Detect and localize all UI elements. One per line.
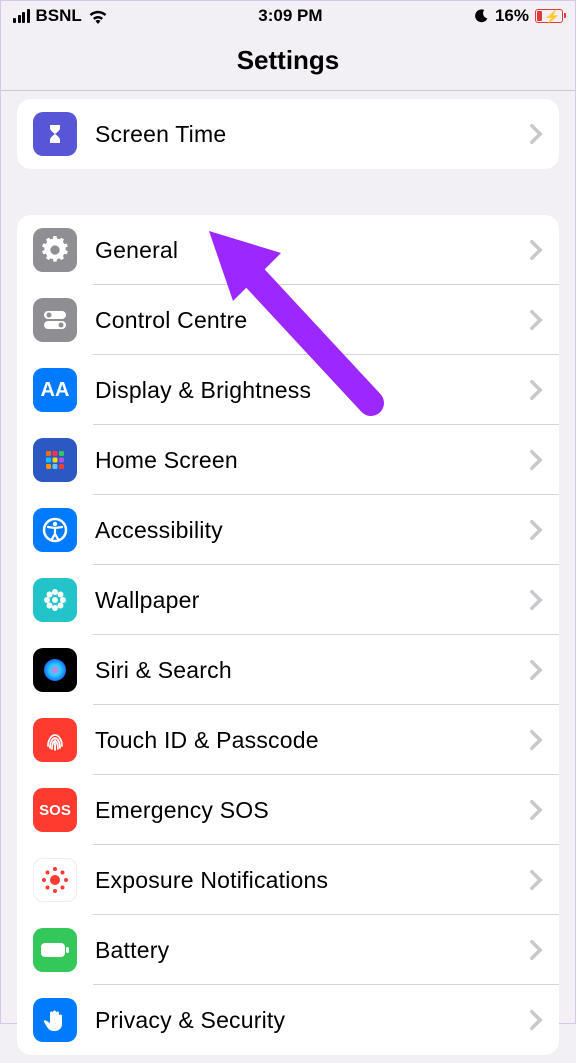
battery-icon: ⚡: [535, 9, 563, 23]
chevron-right-icon: [529, 729, 543, 751]
chevron-right-icon: [529, 589, 543, 611]
status-bar: BSNL 3:09 PM 16% ⚡: [1, 1, 575, 31]
chevron-right-icon: [529, 379, 543, 401]
status-right: 16% ⚡: [473, 6, 563, 26]
toggle-icon: [33, 298, 77, 342]
row-label: Display & Brightness: [95, 377, 511, 404]
row-control-centre[interactable]: Control Centre: [17, 285, 559, 355]
row-screen-time[interactable]: Screen Time: [17, 99, 559, 169]
chevron-right-icon: [529, 449, 543, 471]
row-emergency-sos[interactable]: SOS Emergency SOS: [17, 775, 559, 845]
wifi-icon: [88, 9, 108, 24]
row-touch-id[interactable]: Touch ID & Passcode: [17, 705, 559, 775]
section-main: General Control Centre AA Display & Brig…: [17, 215, 559, 1055]
row-accessibility[interactable]: Accessibility: [17, 495, 559, 565]
row-battery[interactable]: Battery: [17, 915, 559, 985]
row-wallpaper[interactable]: Wallpaper: [17, 565, 559, 635]
chevron-right-icon: [529, 659, 543, 681]
battery-pct: 16%: [495, 6, 529, 26]
row-label: General: [95, 237, 511, 264]
row-label: Accessibility: [95, 517, 511, 544]
chevron-right-icon: [529, 1009, 543, 1031]
nav-header: Settings: [1, 31, 575, 91]
fingerprint-icon: [33, 718, 77, 762]
section-screentime: Screen Time: [17, 99, 559, 169]
battery-icon: [33, 928, 77, 972]
row-general[interactable]: General: [17, 215, 559, 285]
chevron-right-icon: [529, 869, 543, 891]
accessibility-icon: [33, 508, 77, 552]
hourglass-icon: [33, 112, 77, 156]
row-label: Exposure Notifications: [95, 867, 511, 894]
sos-icon: SOS: [33, 788, 77, 832]
row-label: Emergency SOS: [95, 797, 511, 824]
row-label: Wallpaper: [95, 587, 511, 614]
row-label: Screen Time: [95, 121, 511, 148]
page-title: Settings: [237, 45, 340, 76]
settings-list[interactable]: Screen Time General Control Centre AA Di…: [1, 99, 575, 1063]
chevron-right-icon: [529, 799, 543, 821]
time-label: 3:09 PM: [258, 6, 322, 26]
row-siri-search[interactable]: Siri & Search: [17, 635, 559, 705]
chevron-right-icon: [529, 519, 543, 541]
hand-icon: [33, 998, 77, 1042]
chevron-right-icon: [529, 123, 543, 145]
row-label: Control Centre: [95, 307, 511, 334]
row-exposure-notifications[interactable]: Exposure Notifications: [17, 845, 559, 915]
carrier-label: BSNL: [36, 6, 82, 26]
exposure-icon: [33, 858, 77, 902]
row-display-brightness[interactable]: AA Display & Brightness: [17, 355, 559, 425]
siri-icon: [33, 648, 77, 692]
row-label: Battery: [95, 937, 511, 964]
row-label: Touch ID & Passcode: [95, 727, 511, 754]
row-home-screen[interactable]: Home Screen: [17, 425, 559, 495]
flower-icon: [33, 578, 77, 622]
row-label: Privacy & Security: [95, 1007, 511, 1034]
chevron-right-icon: [529, 309, 543, 331]
dnd-moon-icon: [473, 8, 489, 24]
status-left: BSNL: [13, 6, 108, 26]
signal-icon: [13, 9, 30, 23]
row-privacy-security[interactable]: Privacy & Security: [17, 985, 559, 1055]
aa-icon: AA: [33, 368, 77, 412]
chevron-right-icon: [529, 939, 543, 961]
grid-icon: [33, 438, 77, 482]
gear-icon: [33, 228, 77, 272]
row-label: Siri & Search: [95, 657, 511, 684]
row-label: Home Screen: [95, 447, 511, 474]
chevron-right-icon: [529, 239, 543, 261]
